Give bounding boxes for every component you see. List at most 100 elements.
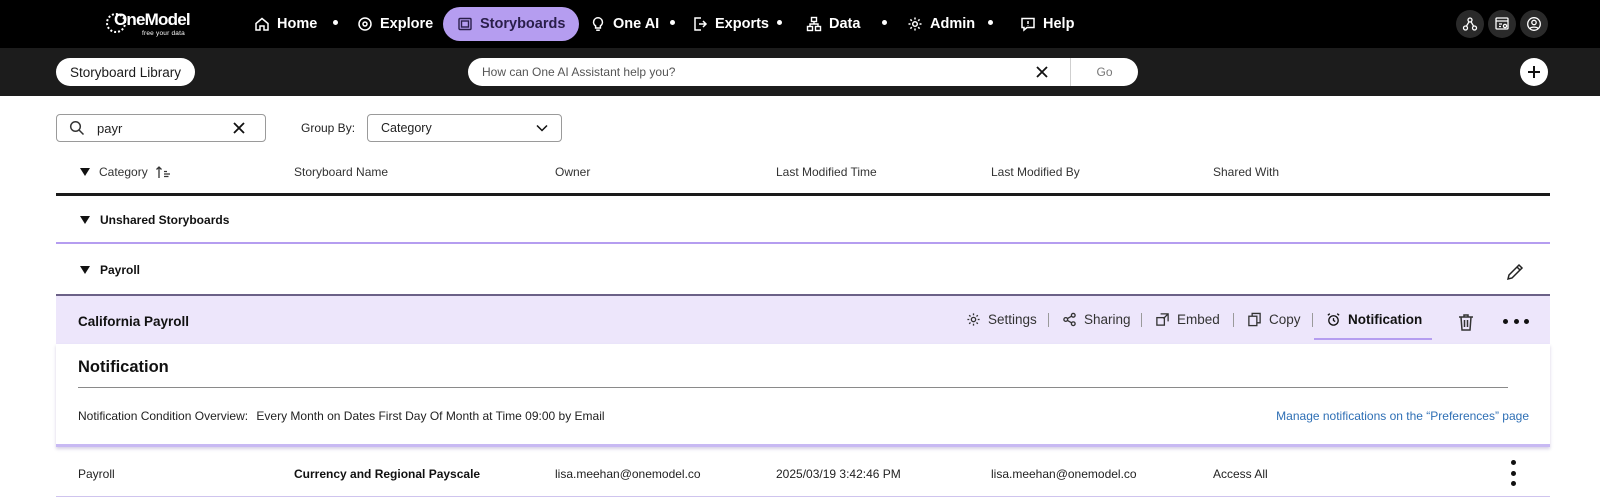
nav-separator-dot (988, 20, 993, 25)
nav-separator-dot (670, 20, 675, 25)
dashboard-settings-button[interactable] (1488, 10, 1516, 38)
action-separator (1141, 313, 1142, 327)
embed-tab[interactable]: Embed (1155, 309, 1220, 329)
compass-icon (358, 17, 372, 31)
nav-admin[interactable]: Admin (893, 7, 989, 41)
action-separator (1233, 313, 1234, 327)
close-icon (1036, 66, 1048, 78)
plus-icon (1528, 66, 1540, 78)
settings-label: Settings (988, 311, 1037, 327)
manage-notifications-link[interactable]: Manage notifications on the “Preferences… (1276, 409, 1529, 423)
nav-home-label: Home (277, 16, 318, 32)
onemodel-logo[interactable]: OneModel free your data (106, 8, 191, 40)
cell-last-modified-time: 2025/03/19 3:42:46 PM (776, 467, 901, 481)
storyboard-icon (458, 17, 472, 31)
notification-section-title: Notification (78, 358, 169, 376)
group-caret-icon[interactable] (80, 216, 90, 224)
active-tab-indicator (1314, 338, 1432, 340)
embed-label: Embed (1177, 311, 1220, 327)
nav-exports[interactable]: Exports (678, 7, 783, 41)
section-divider (78, 387, 1508, 388)
more-options-button[interactable] (1503, 311, 1529, 331)
storyboard-library-button[interactable]: Storyboard Library (56, 58, 196, 86)
settings-tab[interactable]: Settings (966, 309, 1037, 329)
column-header-last-modified-by[interactable]: Last Modified By (991, 165, 1080, 179)
hierarchy-icon (806, 16, 822, 32)
cell-owner: lisa.meehan@onemodel.co (555, 467, 701, 481)
action-separator (1048, 313, 1049, 327)
sharing-label: Sharing (1084, 311, 1131, 327)
group-label: Unshared Storyboards (100, 213, 230, 227)
row-more-options-button[interactable] (1503, 460, 1523, 486)
ai-assistant-search: Go (468, 58, 1138, 86)
gear-icon (908, 17, 922, 31)
nav-storyboards-label: Storyboards (480, 16, 566, 32)
ai-assistant-input[interactable] (482, 65, 1028, 79)
overview-value: Every Month on Dates First Day Of Month … (256, 409, 605, 423)
ai-clear-button[interactable] (1028, 58, 1056, 86)
table-header: Category Storyboard Name Owner Last Modi… (56, 152, 1550, 196)
nav-one-ai[interactable]: One AI (576, 7, 673, 41)
alarm-clock-icon (1327, 312, 1340, 326)
column-header-storyboard-name[interactable]: Storyboard Name (294, 165, 388, 179)
group-unshared-storyboards[interactable]: Unshared Storyboards (56, 198, 1550, 244)
nav-separator-dot (333, 20, 338, 25)
group-payroll[interactable]: Payroll (56, 246, 1550, 294)
notification-tab[interactable]: Notification (1326, 309, 1422, 329)
copy-tab[interactable]: Copy (1247, 309, 1301, 329)
search-clear-button[interactable] (227, 116, 251, 140)
copy-label: Copy (1269, 311, 1301, 327)
cell-storyboard-name[interactable]: Currency and Regional Payscale (294, 467, 480, 481)
nav-storyboards[interactable]: Storyboards (443, 7, 580, 41)
nav-explore[interactable]: Explore (343, 7, 447, 41)
search-icon (69, 120, 85, 136)
nav-exports-label: Exports (715, 16, 769, 32)
collapse-all-caret-icon[interactable] (80, 168, 90, 176)
network-button[interactable] (1456, 10, 1484, 38)
storyboard-toolbar: Storyboard Library Go (0, 48, 1600, 96)
dot (1524, 318, 1529, 324)
user-profile-button[interactable] (1520, 10, 1548, 38)
sort-ascending-icon[interactable] (155, 165, 171, 179)
column-header-category[interactable]: Category (80, 165, 171, 179)
group-caret-icon[interactable] (80, 266, 90, 274)
nav-data[interactable]: Data (792, 7, 874, 41)
nav-home[interactable]: Home (240, 7, 331, 41)
nav-explore-label: Explore (380, 16, 434, 32)
close-icon (233, 122, 245, 134)
cell-shared-with: Access All (1213, 467, 1268, 481)
group-label: Payroll (100, 263, 141, 277)
chevron-down-icon (536, 124, 548, 132)
add-storyboard-button[interactable] (1520, 58, 1548, 86)
group-by-value: Category (381, 121, 432, 135)
trash-icon[interactable] (1456, 312, 1476, 332)
nav-help-label: Help (1043, 16, 1075, 32)
cell-last-modified-by: lisa.meehan@onemodel.co (991, 467, 1137, 481)
notification-overview: Notification Condition Overview: Every M… (78, 409, 605, 423)
export-icon (694, 17, 708, 31)
storyboard-title: California Payroll (78, 314, 190, 329)
group-by-select[interactable]: Category (367, 114, 562, 142)
column-header-owner[interactable]: Owner (555, 165, 590, 179)
group-by-label: Group By: (301, 121, 356, 135)
home-icon (255, 17, 269, 31)
embed-icon (1156, 312, 1169, 326)
copy-icon (1248, 312, 1261, 326)
lightbulb-icon (592, 17, 604, 31)
logo-tagline: free your data (142, 30, 185, 37)
column-header-shared-with[interactable]: Shared With (1213, 165, 1279, 179)
dashboard-settings-icon (1495, 17, 1509, 30)
action-separator (1312, 313, 1313, 327)
ai-go-button[interactable]: Go (1070, 58, 1138, 86)
nav-help[interactable]: Help (1006, 7, 1088, 41)
storyboard-search-input[interactable] (97, 120, 227, 136)
pencil-icon[interactable] (1505, 262, 1525, 282)
sharing-tab[interactable]: Sharing (1062, 309, 1131, 329)
storyboard-search (56, 114, 266, 142)
column-header-last-modified-time[interactable]: Last Modified Time (776, 165, 877, 179)
gear-icon (967, 312, 980, 326)
table-row[interactable]: Payroll Currency and Regional Payscale l… (56, 449, 1550, 497)
dot (1503, 318, 1508, 324)
nav-separator-dot (882, 20, 887, 25)
cell-category: Payroll (78, 467, 115, 481)
